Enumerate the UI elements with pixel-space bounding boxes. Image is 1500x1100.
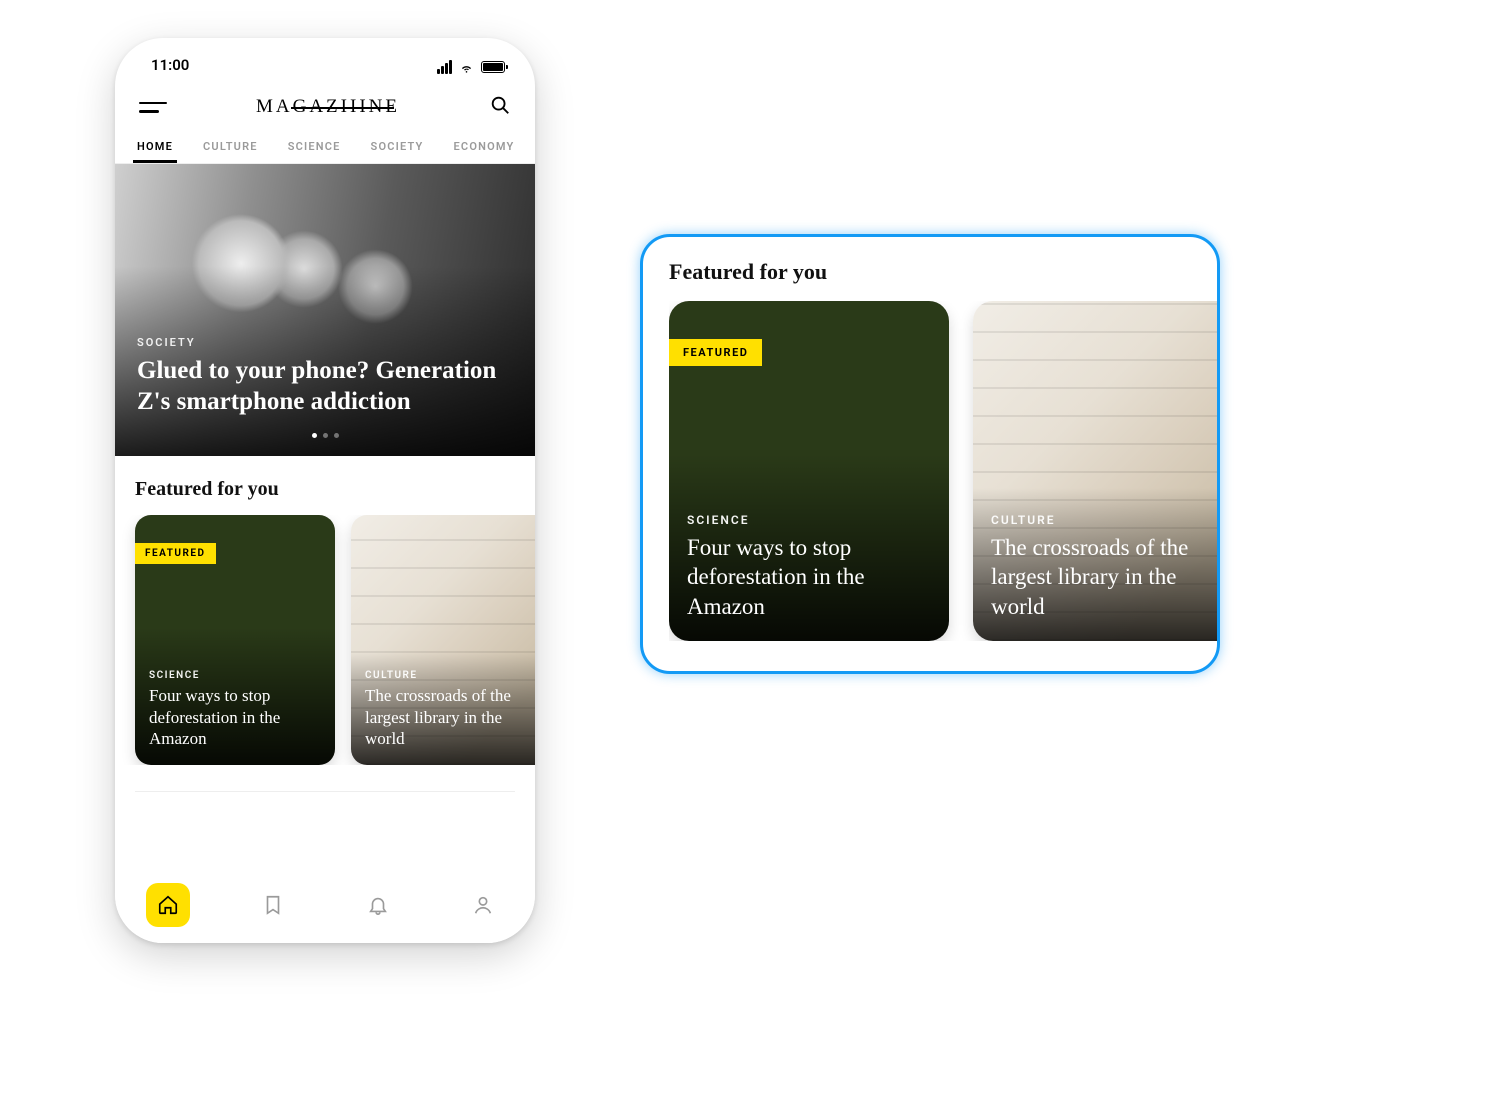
status-time: 11:00 xyxy=(151,56,189,74)
featured-card-row[interactable]: FEATURED SCIENCE Four ways to stop defor… xyxy=(669,301,1217,641)
tabbar-home[interactable] xyxy=(146,883,190,927)
featured-badge: FEATURED xyxy=(135,543,216,564)
dot[interactable] xyxy=(334,433,339,438)
card-category: SCIENCE xyxy=(687,513,931,527)
battery-icon xyxy=(481,61,505,73)
cellular-icon xyxy=(437,60,452,74)
section-title-featured: Featured for you xyxy=(115,456,535,515)
divider xyxy=(135,791,515,792)
carousel-dots xyxy=(137,433,513,438)
wifi-icon xyxy=(458,61,475,74)
featured-card[interactable]: FEATURED SCIENCE Four ways to stop defor… xyxy=(669,301,949,641)
featured-card[interactable]: CULTURE The crossroads of the largest li… xyxy=(973,301,1217,641)
card-title: The crossroads of the largest library in… xyxy=(991,533,1217,621)
dot[interactable] xyxy=(323,433,328,438)
brand-logo: MAGAZIIINE xyxy=(256,96,400,118)
hero-title: Glued to your phone? Generation Z's smar… xyxy=(137,355,513,418)
bookmark-icon xyxy=(262,894,284,916)
card-category: CULTURE xyxy=(365,670,535,681)
menu-icon[interactable] xyxy=(139,102,167,113)
tab-economy[interactable]: ECONOMY xyxy=(450,130,519,163)
featured-card-row[interactable]: FEATURED SCIENCE Four ways to stop defor… xyxy=(115,515,535,765)
status-icons xyxy=(437,60,505,74)
tab-label: CULTURE xyxy=(203,140,258,153)
card-category: CULTURE xyxy=(991,513,1217,527)
category-tabs: HOME CULTURE SCIENCE SOCIETY ECONOMY xyxy=(115,130,535,164)
tab-label: HOME xyxy=(137,140,173,153)
card-title: Four ways to stop deforestation in the A… xyxy=(149,685,321,749)
app-header: MAGAZIIINE xyxy=(115,74,535,130)
profile-icon xyxy=(472,894,494,916)
home-icon xyxy=(157,894,179,916)
card-title: Four ways to stop deforestation in the A… xyxy=(687,533,931,621)
tabbar-profile[interactable] xyxy=(461,883,505,927)
tabbar-notifications[interactable] xyxy=(356,883,400,927)
hero-article[interactable]: SOCIETY Glued to your phone? Generation … xyxy=(115,164,535,456)
featured-panel-callout: Featured for you FEATURED SCIENCE Four w… xyxy=(640,234,1220,674)
phone-frame: 11:00 MAGAZIIINE HOME CULTURE SCIENCE S xyxy=(115,38,535,943)
status-bar: 11:00 xyxy=(115,38,535,74)
bell-icon xyxy=(367,894,389,916)
hero-category: SOCIETY xyxy=(137,336,513,349)
card-title: The crossroads of the largest library in… xyxy=(365,685,535,749)
featured-card[interactable]: FEATURED SCIENCE Four ways to stop defor… xyxy=(135,515,335,765)
featured-badge: FEATURED xyxy=(669,339,762,366)
bottom-tabbar xyxy=(115,867,535,943)
tab-culture[interactable]: CULTURE xyxy=(199,130,262,163)
tab-label: SCIENCE xyxy=(288,140,341,153)
dot[interactable] xyxy=(312,433,317,438)
section-title-featured: Featured for you xyxy=(669,259,1217,301)
tab-science[interactable]: SCIENCE xyxy=(284,130,345,163)
card-category: SCIENCE xyxy=(149,670,321,681)
tab-society[interactable]: SOCIETY xyxy=(367,130,428,163)
tab-label: ECONOMY xyxy=(454,140,515,153)
tabbar-bookmarks[interactable] xyxy=(251,883,295,927)
tab-home[interactable]: HOME xyxy=(133,130,177,163)
featured-card[interactable]: CULTURE The crossroads of the largest li… xyxy=(351,515,535,765)
search-icon[interactable] xyxy=(489,94,511,120)
tab-label: SOCIETY xyxy=(371,140,424,153)
